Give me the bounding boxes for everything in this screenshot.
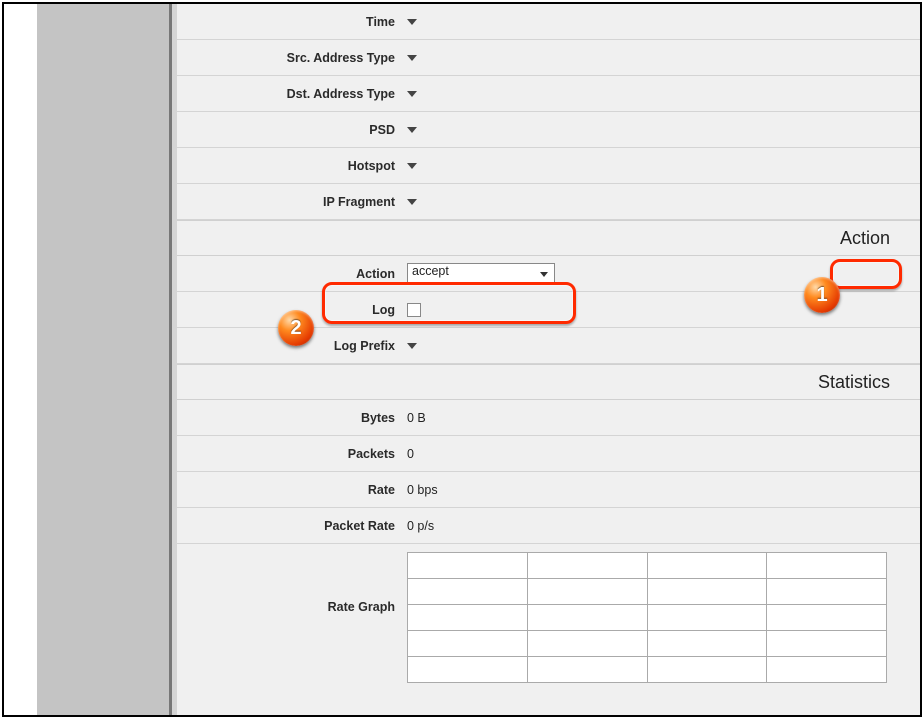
action-select[interactable]: accept <box>407 263 555 285</box>
content-area: Time Src. Address Type Dst. Address Type… <box>177 4 920 715</box>
value-packets: 0 <box>407 447 920 461</box>
section-action-label: Action <box>840 228 890 249</box>
row-log-prefix[interactable]: Log Prefix <box>177 328 920 364</box>
section-statistics-label: Statistics <box>818 372 890 393</box>
chevron-down-icon <box>407 55 417 61</box>
label-hotspot: Hotspot <box>177 159 407 173</box>
label-rate-graph: Rate Graph <box>177 552 407 614</box>
chevron-down-icon <box>407 199 417 205</box>
row-ip-fragment[interactable]: IP Fragment <box>177 184 920 220</box>
rate-graph-table <box>407 552 887 683</box>
row-hotspot[interactable]: Hotspot <box>177 148 920 184</box>
row-psd[interactable]: PSD <box>177 112 920 148</box>
row-bytes: Bytes 0 B <box>177 400 920 436</box>
section-action: Action <box>177 220 920 256</box>
action-select-value: accept <box>412 264 449 278</box>
row-time[interactable]: Time <box>177 4 920 40</box>
label-src-addr-type: Src. Address Type <box>177 51 407 65</box>
label-log: Log <box>177 303 407 317</box>
row-log: Log <box>177 292 920 328</box>
chevron-down-icon <box>407 19 417 25</box>
value-packet-rate: 0 p/s <box>407 519 920 533</box>
chevron-down-icon <box>407 343 417 349</box>
label-ip-fragment: IP Fragment <box>177 195 407 209</box>
row-rate: Rate 0 bps <box>177 472 920 508</box>
label-dst-addr-type: Dst. Address Type <box>177 87 407 101</box>
row-packets: Packets 0 <box>177 436 920 472</box>
row-dst-addr-type[interactable]: Dst. Address Type <box>177 76 920 112</box>
label-packets: Packets <box>177 447 407 461</box>
row-src-addr-type[interactable]: Src. Address Type <box>177 40 920 76</box>
row-packet-rate: Packet Rate 0 p/s <box>177 508 920 544</box>
section-statistics: Statistics <box>177 364 920 400</box>
label-log-prefix: Log Prefix <box>177 339 407 353</box>
label-action: Action <box>177 267 407 281</box>
log-checkbox[interactable] <box>407 303 421 317</box>
label-rate: Rate <box>177 483 407 497</box>
chevron-down-icon <box>407 91 417 97</box>
label-packet-rate: Packet Rate <box>177 519 407 533</box>
sidebar <box>37 4 169 715</box>
value-bytes: 0 B <box>407 411 920 425</box>
label-psd: PSD <box>177 123 407 137</box>
row-rate-graph: Rate Graph <box>177 544 920 683</box>
label-bytes: Bytes <box>177 411 407 425</box>
chevron-down-icon <box>407 163 417 169</box>
chevron-down-icon <box>407 127 417 133</box>
value-rate: 0 bps <box>407 483 920 497</box>
row-action: Action accept <box>177 256 920 292</box>
label-time: Time <box>177 15 407 29</box>
